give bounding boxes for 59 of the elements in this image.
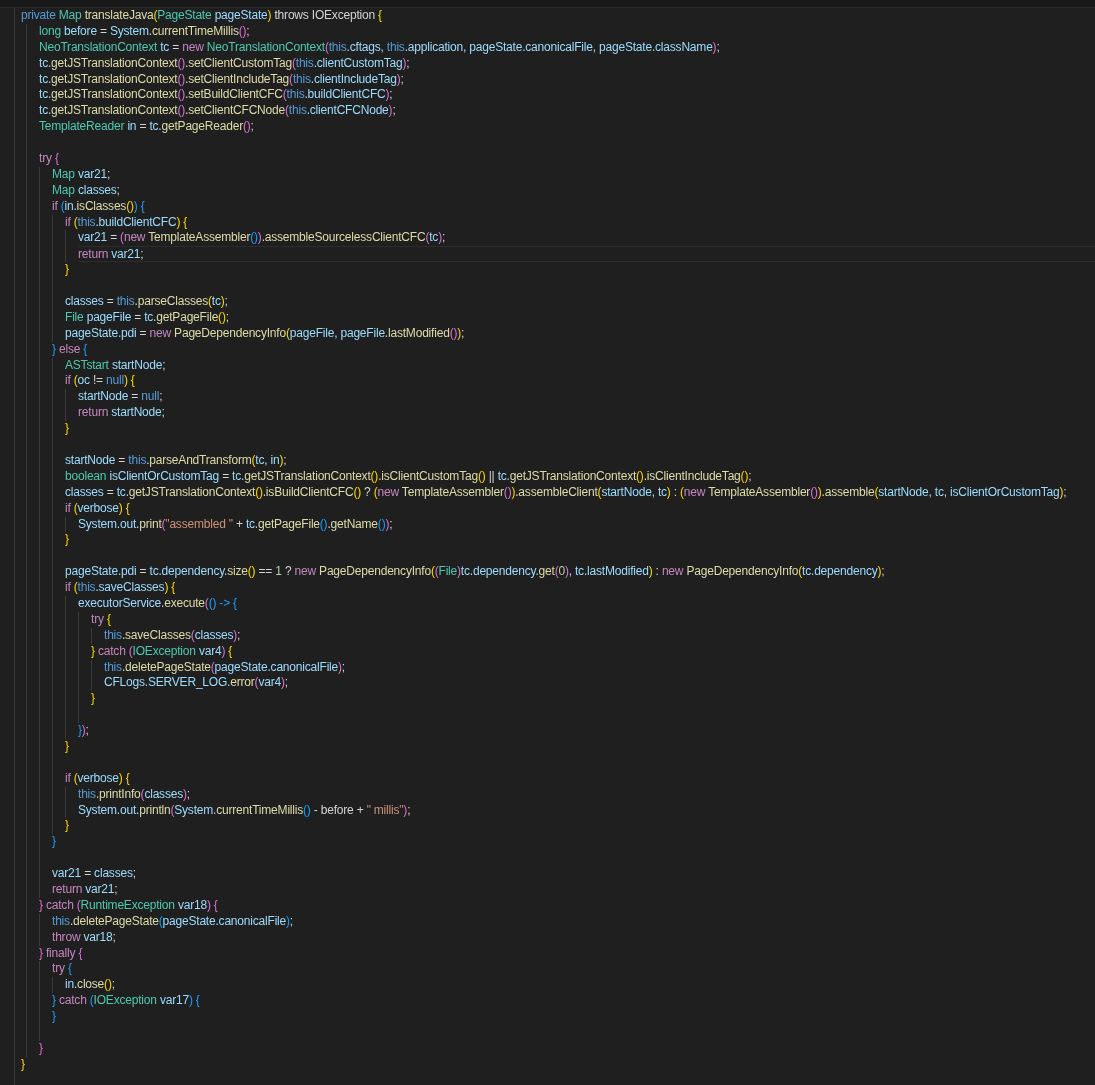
code-line: }: [52, 834, 56, 849]
code-line: }: [65, 738, 69, 753]
code-line: this.deletePageState(pageState.canonicalFile);: [52, 913, 293, 928]
code-line: ASTstart startNode;: [65, 357, 166, 372]
code-line: }: [65, 818, 69, 833]
code-line: long before = System.currentTimeMillis();: [39, 23, 250, 38]
code-line: pageState.pdi = tc.dependency.size() == 1 ? new PageDependencyInfo((File)tc.dependency.get(0), tc.lastModified) : new PageDependencyInfo(tc.dependency);: [65, 564, 885, 579]
code-line: private Map translateJava(PageState pageState) throws IOException {: [21, 8, 382, 22]
code-line: Map classes;: [52, 182, 120, 197]
code-line: } finally {: [39, 945, 83, 960]
code-line: }: [65, 532, 69, 547]
code-line: this.deletePageState(pageState.canonicalFile);: [104, 659, 345, 674]
code-line: } catch (IOException var17) {: [52, 993, 200, 1008]
code-line: throw var18;: [52, 929, 116, 944]
code-line: if (verbose) {: [65, 500, 130, 515]
code-line: return var21;: [52, 882, 118, 896]
code-line: if (this.saveClasses) {: [65, 580, 176, 595]
code-line: var21 = (new TemplateAssembler()).assembleSourcelessClientCFC(tc);: [78, 230, 446, 245]
code-line: if (oc != null) {: [65, 373, 135, 388]
code-line: }: [91, 691, 95, 706]
code-line: System.out.print("assembled " + tc.getPageFile().getName());: [78, 516, 393, 531]
code-line: }: [65, 421, 69, 436]
code-line: executorService.execute(() -> {: [78, 595, 237, 610]
code-line: }: [65, 262, 69, 277]
code-line: boolean isClientOrCustomTag = tc.getJSTranslationContext().isClientCustomTag() || tc.getJSTranslationContext().isClientIncludeTag();: [65, 468, 752, 483]
code-line: tc.getJSTranslationContext().setClientIncludeTag(this.clientIncludeTag);: [39, 71, 404, 86]
code-line: CFLogs.SERVER_LOG.error(var4);: [104, 675, 288, 690]
code-line: } catch (RuntimeException var18) {: [39, 897, 218, 912]
code-line: System.out.println(System.currentTimeMillis() - before + " millis");: [78, 802, 411, 817]
code-line: } else {: [52, 341, 88, 356]
code-line: if (in.isClasses()) {: [52, 198, 145, 213]
code-line: }: [52, 1009, 56, 1024]
code-line: } catch (IOException var4) {: [91, 643, 233, 658]
code-line: classes = this.parseClasses(tc);: [65, 294, 228, 309]
code-line: NeoTranslationContext tc = new NeoTranslationContext(this.cftags, this.application, pageState.canonicalFile, pageState.className);: [39, 39, 720, 54]
code-line: try {: [52, 961, 72, 976]
code-line: try {: [39, 151, 59, 165]
code-line: File pageFile = tc.getPageFile();: [65, 309, 229, 324]
code-line: });: [78, 723, 89, 738]
code-line: in.close();: [65, 977, 115, 992]
code-line: var21 = classes;: [52, 866, 136, 881]
code-line: startNode = null;: [78, 389, 163, 404]
code-line: classes = tc.getJSTranslationContext().isBuildClientCFC() ? (new TemplateAssembler()).assembleClient(startNode, tc) : (new TemplateAssembler()).assemble(startNode, tc, isClientOrCustomTag);: [65, 484, 1067, 499]
code-line: tc.getJSTranslationContext().setBuildClientCFC(this.buildClientCFC);: [39, 87, 393, 102]
code-line: pageState.pdi = new PageDependencyInfo(pageFile, pageFile.lastModified());: [65, 325, 465, 340]
code-line: startNode = this.parseAndTransform(tc, in);: [65, 452, 287, 467]
code-line: tc.getJSTranslationContext().setClientCustomTag(this.clientCustomTag);: [39, 55, 410, 70]
code-line: this.saveClasses(classes);: [104, 627, 241, 642]
code-line: this.printInfo(classes);: [78, 786, 190, 801]
code-line: if (verbose) {: [65, 770, 130, 785]
code-line: tc.getJSTranslationContext().setClientCFCNode(this.clientCFCNode);: [39, 103, 396, 118]
code-line: try {: [91, 611, 111, 626]
code-line: TemplateReader in = tc.getPageReader();: [39, 119, 254, 134]
code-line: return startNode;: [78, 405, 165, 420]
code-line: if (this.buildClientCFC) {: [65, 214, 188, 229]
code-line: return var21;: [78, 247, 144, 262]
code-line: Map var21;: [52, 166, 111, 181]
code-line: }: [39, 1040, 43, 1055]
code-line: }: [21, 1056, 25, 1071]
